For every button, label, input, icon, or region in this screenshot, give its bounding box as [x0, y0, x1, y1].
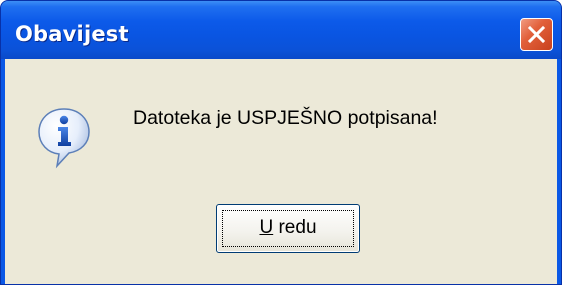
title-bar[interactable]: Obavijest	[1, 1, 561, 59]
ok-button-label: U redu	[217, 217, 359, 239]
close-button[interactable]	[520, 18, 553, 51]
ok-button[interactable]: U redu	[216, 204, 360, 253]
ok-button-mnemonic: U	[259, 217, 274, 238]
dialog-body: Datoteka je USPJEŠNO potpisana! U redu	[5, 59, 557, 284]
close-icon	[527, 25, 546, 44]
dialog-message: Datoteka je USPJEŠNO potpisana!	[133, 107, 438, 129]
dialog-window: Obavijest Datoteka je USPJEŠNO potpisana…	[0, 0, 562, 285]
ok-button-label-rest: redu	[273, 217, 317, 238]
information-icon	[38, 108, 90, 169]
window-title: Obavijest	[15, 22, 129, 46]
